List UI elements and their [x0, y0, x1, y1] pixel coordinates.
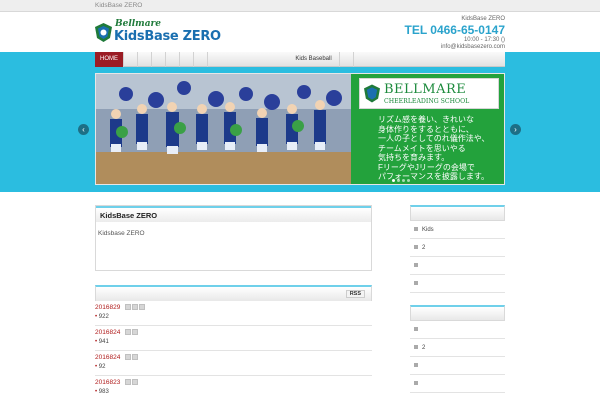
slider-prev-button[interactable]: ‹	[78, 124, 89, 135]
slider-text-line: リズム感を養い、きれいな	[378, 115, 474, 124]
slider-dot[interactable]	[402, 179, 405, 182]
slider-dot[interactable]	[392, 179, 395, 182]
news-tag-icons	[125, 379, 139, 386]
nav-item-empty[interactable]	[340, 52, 354, 67]
slider-dot[interactable]	[407, 179, 410, 182]
sidebar-item[interactable]	[410, 375, 505, 393]
bullet-icon	[414, 245, 418, 250]
bullet-icon	[414, 263, 418, 268]
news-count: 983	[95, 389, 372, 395]
slider-text-line: 一人の子としてのれ儀作法や、	[378, 134, 490, 143]
sidebar-item[interactable]	[410, 321, 505, 339]
phone-number: TEL 0466-65-0147	[404, 23, 505, 37]
intro-title: KidsBase ZERO	[96, 206, 371, 222]
logo-script: Bellmare	[115, 19, 161, 29]
bullet-icon	[414, 281, 418, 286]
nav-item-empty[interactable]	[152, 52, 166, 67]
news-date[interactable]: 2016829	[95, 304, 120, 311]
sidebar-item[interactable]	[410, 357, 505, 375]
contact-info: KidsBase ZERO TEL 0466-65-0147 10:00 - 1…	[335, 15, 505, 51]
nav-kids-baseball[interactable]: Kids Baseball	[288, 52, 340, 67]
sidebar-block-1: Kids 2	[410, 205, 505, 293]
news-date[interactable]: 2016824	[95, 354, 120, 361]
sidebar-item[interactable]	[410, 275, 505, 293]
badge-subtitle: CHEERLEADING SCHOOL	[384, 98, 470, 105]
news-item[interactable]: 2016823 983	[95, 376, 372, 400]
top-bar: KidsBase ZERO	[0, 0, 600, 12]
badge-title: BELLMARE	[384, 82, 467, 97]
news-section: RSS 2016829 922 2016824 941 2016824 92 2…	[95, 285, 372, 400]
main-content: KidsBase ZERO Kidsbase ZERO	[95, 205, 372, 271]
news-count: 922	[95, 314, 372, 320]
sidebar-block-2: 2	[410, 305, 505, 393]
nav-item-empty[interactable]	[180, 52, 194, 67]
sidebar-header	[410, 205, 505, 221]
nav-home[interactable]: HOME	[95, 52, 124, 67]
sidebar-item[interactable]: 2	[410, 339, 505, 357]
nav-item-empty[interactable]	[194, 52, 208, 67]
sidebar-item-label: Kids	[422, 227, 434, 233]
slider-description: リズム感を養い、きれいな 身体作りをするとともに、 一人の子としてのれ儀作法や、…	[378, 115, 502, 182]
news-header: RSS	[95, 285, 372, 301]
slider-pagination	[392, 177, 412, 184]
bullet-icon	[414, 345, 418, 350]
sidebar-header	[410, 305, 505, 321]
header: Bellmare KidsBase ZERO KidsBase ZERO TEL…	[0, 12, 600, 52]
bellmare-emblem-icon	[95, 23, 112, 42]
slider-dot[interactable]	[397, 179, 400, 182]
news-tag-icons	[125, 304, 146, 311]
slider-text-line: FリーグやJリーグの会場で	[378, 162, 475, 172]
cheerleading-badge: BELLMARE CHEERLEADING SCHOOL	[359, 78, 499, 109]
contact-email[interactable]: info@kidsbasezero.com	[335, 44, 505, 51]
slider-text-line: 身体作りをするとともに、	[378, 124, 474, 134]
business-hours: 10:00 - 17:30 ()	[463, 37, 505, 43]
sidebar-item-label: 2	[422, 345, 426, 351]
intro-body: Kidsbase ZERO	[98, 230, 145, 237]
slider-next-button[interactable]: ›	[510, 124, 521, 135]
sidebar-item[interactable]	[410, 257, 505, 275]
intro-box: KidsBase ZERO Kidsbase ZERO	[95, 205, 372, 271]
hero-band: HOME Kids Baseball BELLMARE CHEERLEADING…	[0, 52, 600, 192]
sidebar-item[interactable]: 2	[410, 239, 505, 257]
logo-name: KidsBase ZERO	[114, 29, 221, 44]
news-item[interactable]: 2016824 941	[95, 326, 372, 351]
rss-button[interactable]: RSS	[345, 290, 365, 298]
news-tag-icons	[125, 354, 139, 361]
bullet-icon	[414, 227, 418, 232]
slider-text-line: チームメイトを思いやる	[378, 143, 466, 153]
bullet-icon	[414, 363, 418, 368]
sidebar-item[interactable]: Kids	[410, 221, 505, 239]
news-count: 92	[95, 364, 372, 370]
news-count: 941	[95, 339, 372, 345]
bullet-icon	[414, 327, 418, 332]
news-item[interactable]: 2016829 922	[95, 301, 372, 326]
contact-name: KidsBase ZERO	[461, 16, 505, 22]
news-date[interactable]: 2016823	[95, 379, 120, 386]
slider-text-line: 気持ちを育みます。	[378, 153, 450, 162]
news-date[interactable]: 2016824	[95, 329, 120, 336]
site-title-small: KidsBase ZERO	[95, 2, 143, 9]
nav-item-empty[interactable]	[124, 52, 138, 67]
news-tag-icons	[125, 329, 139, 336]
site-logo[interactable]: Bellmare KidsBase ZERO	[95, 19, 221, 49]
global-nav: HOME Kids Baseball	[95, 52, 505, 67]
bellmare-emblem-icon	[364, 84, 380, 103]
sidebar-item-label: 2	[422, 245, 426, 251]
nav-item-empty[interactable]	[138, 52, 152, 67]
nav-item-empty[interactable]	[166, 52, 180, 67]
bullet-icon	[414, 381, 418, 386]
news-item[interactable]: 2016824 92	[95, 351, 372, 376]
hero-slider[interactable]: BELLMARE CHEERLEADING SCHOOL リズム感を養い、きれい…	[95, 73, 505, 185]
